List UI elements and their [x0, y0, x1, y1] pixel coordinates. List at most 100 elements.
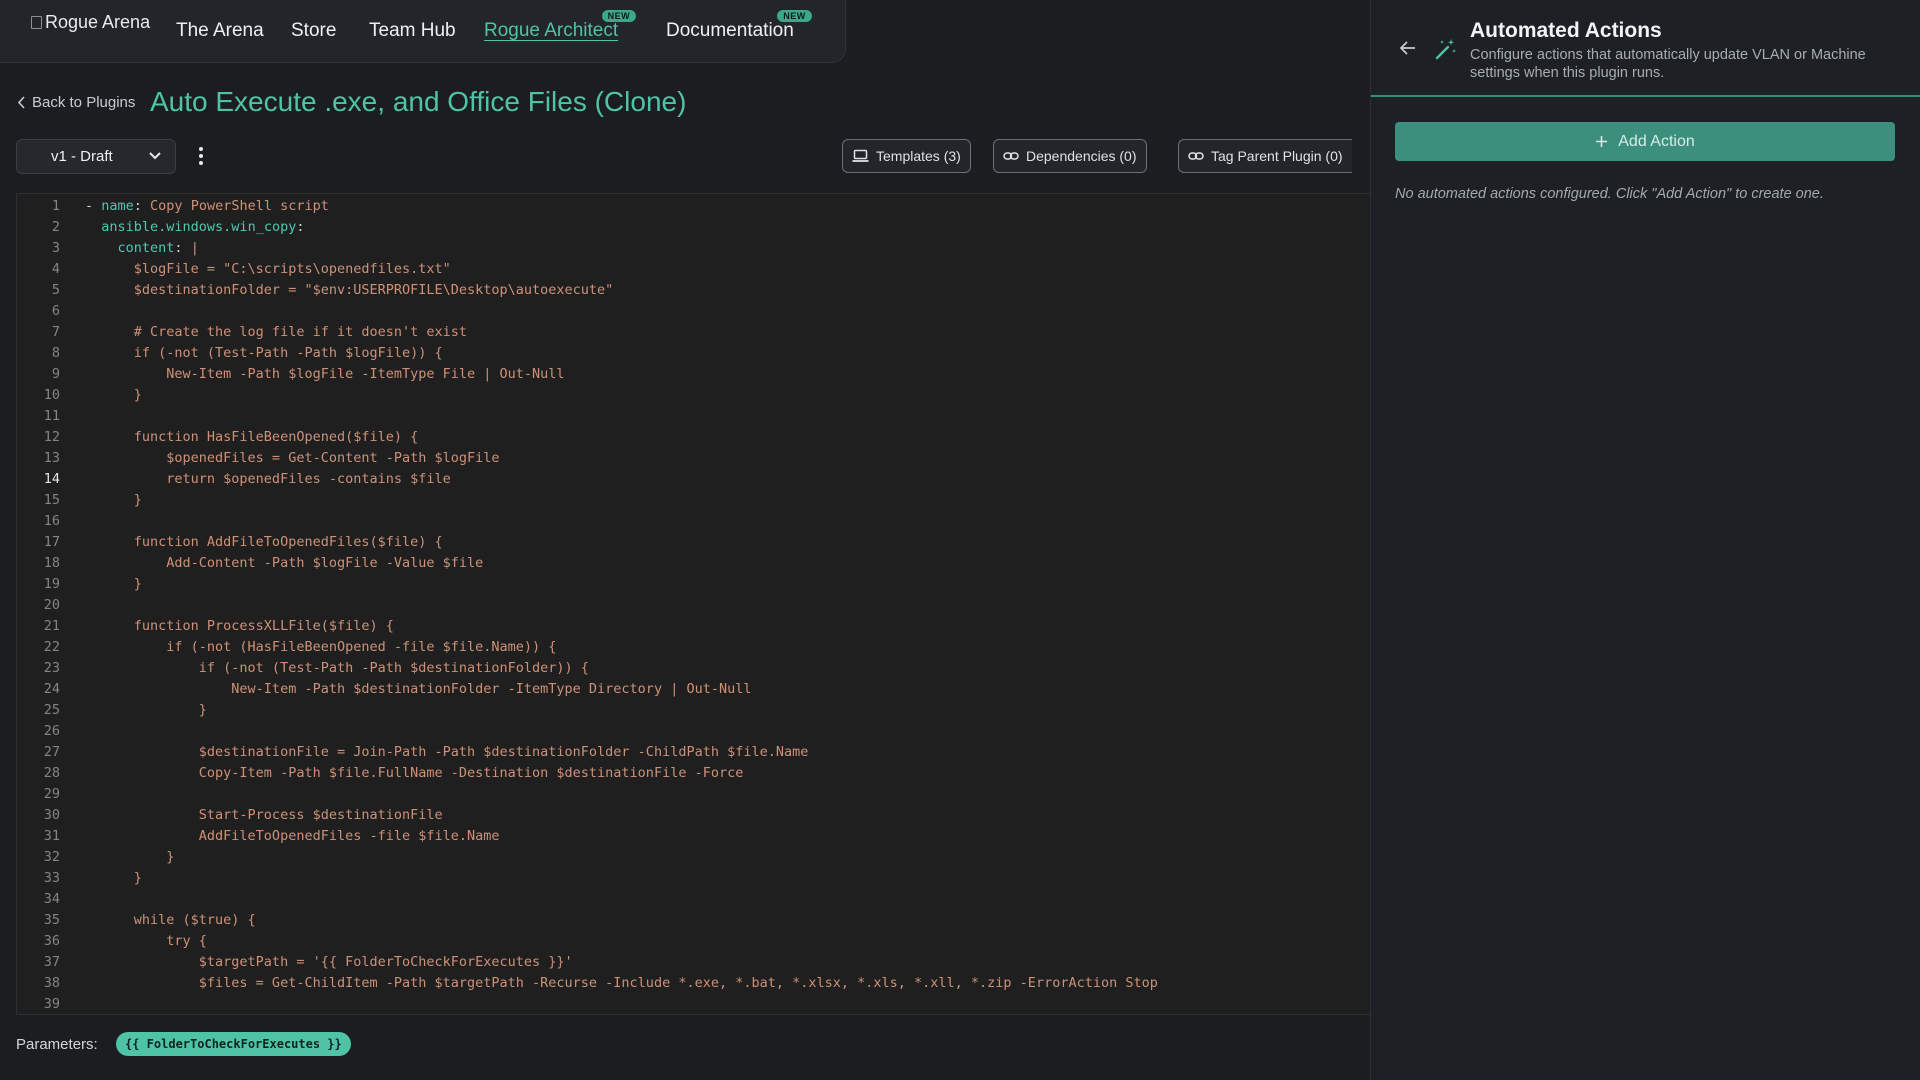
templates-label: Templates (3): [876, 148, 961, 164]
nav-item-label: Rogue Architect: [484, 20, 619, 41]
code-text: content: |: [117, 240, 199, 256]
laptop-icon: [852, 149, 869, 162]
new-badge: NEW: [601, 10, 637, 22]
code-line[interactable]: 30 Start-Process $destinationFile: [17, 805, 1370, 826]
code-text: }: [85, 387, 142, 403]
logo-alt-text: Rogue Arena: [45, 12, 151, 32]
line-number: 11: [43, 408, 60, 424]
code-line[interactable]: 18 Add-Content -Path $logFile -Value $fi…: [17, 553, 1370, 574]
templates-button[interactable]: Templates (3): [842, 139, 971, 173]
logo[interactable]: Rogue Arena: [31, 12, 150, 33]
top-nav: Rogue Arena The Arena Store Team Hub Rog…: [0, 0, 846, 63]
code-line[interactable]: 29: [17, 784, 1370, 805]
line-number: 26: [43, 723, 60, 739]
line-number: 23: [43, 660, 60, 676]
line-number: 21: [43, 618, 60, 634]
code-text: Copy-Item -Path $file.FullName -Destinat…: [85, 765, 744, 781]
code-text: while ($true) {: [85, 912, 256, 928]
code-line[interactable]: 36 try {: [17, 931, 1370, 952]
code-text: # Create the log file if it doesn't exis…: [85, 324, 468, 340]
code-line[interactable]: 32 }: [17, 847, 1370, 868]
nav-item-store[interactable]: Store: [291, 20, 336, 42]
code-line[interactable]: 4 $logFile = "C:\scripts\openedfiles.txt…: [17, 259, 1370, 280]
parameter-chip[interactable]: {{ FolderToCheckForExecutes }}: [116, 1032, 351, 1056]
nav-item-documentation[interactable]: Documentation NEW: [666, 10, 812, 42]
code-line[interactable]: 25 }: [17, 700, 1370, 721]
line-number: 4: [51, 261, 60, 277]
code-editor[interactable]: 1 - name: Copy PowerShell script 2 ansible…: [16, 193, 1370, 1015]
code-line[interactable]: 21 function ProcessXLLFile($file) {: [17, 616, 1370, 637]
code-line[interactable]: 2 ansible.windows.win_copy:: [17, 217, 1370, 238]
code-line[interactable]: 13 $openedFiles = Get-Content -Path $log…: [17, 448, 1370, 469]
chevron-left-icon: [17, 96, 25, 109]
link-icon: [1003, 152, 1019, 160]
code-line[interactable]: 5 $destinationFolder = "$env:USERPROFILE…: [17, 280, 1370, 301]
code-text: try {: [85, 933, 207, 949]
line-number: 15: [43, 492, 60, 508]
arrow-left-icon[interactable]: [1399, 40, 1416, 56]
empty-state-message: No automated actions configured. Click "…: [1395, 186, 1824, 202]
code-text: Add-Content -Path $logFile -Value $file: [85, 555, 484, 571]
line-number: 25: [43, 702, 60, 718]
code-line[interactable]: 8 if (-not (Test-Path -Path $logFile)) {: [17, 343, 1370, 364]
code-line[interactable]: 31 AddFileToOpenedFiles -file $file.Name: [17, 826, 1370, 847]
dependencies-button[interactable]: Dependencies (0): [993, 139, 1147, 173]
line-number: 30: [43, 807, 60, 823]
nav-item-label: Store: [291, 20, 337, 41]
code-line[interactable]: 20: [17, 595, 1370, 616]
code-line[interactable]: 11: [17, 406, 1370, 427]
code-line[interactable]: 6: [17, 301, 1370, 322]
code-line[interactable]: 27 $destinationFile = Join-Path -Path $d…: [17, 742, 1370, 763]
code-line[interactable]: 37 $targetPath = '{{ FolderToCheckForExe…: [17, 952, 1370, 973]
code-line[interactable]: 39: [17, 994, 1370, 1014]
code-text: }: [85, 492, 142, 508]
code-line[interactable]: 10 }: [17, 385, 1370, 406]
code-line[interactable]: 24 New-Item -Path $destinationFolder -It…: [17, 679, 1370, 700]
code-line[interactable]: 26: [17, 721, 1370, 742]
nav-item-label: Team Hub: [369, 20, 456, 41]
code-line[interactable]: 1 - name: Copy PowerShell script: [17, 196, 1370, 217]
code-text: }: [85, 870, 142, 886]
add-action-button[interactable]: Add Action: [1395, 122, 1895, 161]
code-line[interactable]: 23 if (-not (Test-Path -Path $destinatio…: [17, 658, 1370, 679]
code-line[interactable]: 16: [17, 511, 1370, 532]
code-line[interactable]: 38 $files = Get-ChildItem -Path $targetP…: [17, 973, 1370, 994]
code-line[interactable]: 7 # Create the log file if it doesn't ex…: [17, 322, 1370, 343]
tag-parent-plugin-button[interactable]: Tag Parent Plugin (0): [1178, 139, 1352, 173]
add-action-label: Add Action: [1618, 132, 1695, 150]
code-text: if (-not (Test-Path -Path $destinationFo…: [85, 660, 589, 676]
code-text: if (-not (Test-Path -Path $logFile)) {: [85, 345, 443, 361]
code-line[interactable]: 15 }: [17, 490, 1370, 511]
code-text: - name: Copy PowerShell script: [85, 198, 329, 214]
code-line[interactable]: 34: [17, 889, 1370, 910]
nav-item-team-hub[interactable]: Team Hub: [369, 20, 456, 42]
code-line[interactable]: 28 Copy-Item -Path $file.FullName -Desti…: [17, 763, 1370, 784]
version-select[interactable]: v1 - Draft: [16, 139, 176, 174]
code-line[interactable]: 3 content: |: [17, 238, 1370, 259]
code-text: function HasFileBeenOpened($file) {: [85, 429, 419, 445]
panel-title: Automated Actions: [1470, 19, 1662, 42]
back-to-plugins-link[interactable]: Back to Plugins: [17, 94, 135, 111]
line-number: 39: [43, 996, 60, 1012]
code-line[interactable]: 33 }: [17, 868, 1370, 889]
line-number: 27: [43, 744, 60, 760]
code-line[interactable]: 17 function AddFileToOpenedFiles($file) …: [17, 532, 1370, 553]
code-line[interactable]: 22 if (-not (HasFileBeenOpened -file $fi…: [17, 637, 1370, 658]
code-line[interactable]: 9 New-Item -Path $logFile -ItemType File…: [17, 364, 1370, 385]
nav-item-rogue-architect[interactable]: Rogue Architect NEW: [484, 10, 637, 42]
nav-item-the-arena[interactable]: The Arena: [176, 20, 264, 42]
line-number: 28: [43, 765, 60, 781]
code-line[interactable]: 14 return $openedFiles -contains $file: [17, 469, 1370, 490]
code-line[interactable]: 19 }: [17, 574, 1370, 595]
version-select-value: v1 - Draft: [51, 148, 113, 165]
line-number: 18: [43, 555, 60, 571]
code-line[interactable]: 12 function HasFileBeenOpened($file) {: [17, 427, 1370, 448]
code-text: function ProcessXLLFile($file) {: [85, 618, 394, 634]
line-number: 16: [43, 513, 60, 529]
plus-icon: [1596, 136, 1608, 147]
code-line[interactable]: 35 while ($true) {: [17, 910, 1370, 931]
line-number: 20: [43, 597, 60, 613]
nav-item-label: The Arena: [176, 20, 264, 41]
page-title: Auto Execute .exe, and Office Files (Clo…: [150, 86, 687, 117]
more-options-icon[interactable]: [193, 145, 209, 167]
